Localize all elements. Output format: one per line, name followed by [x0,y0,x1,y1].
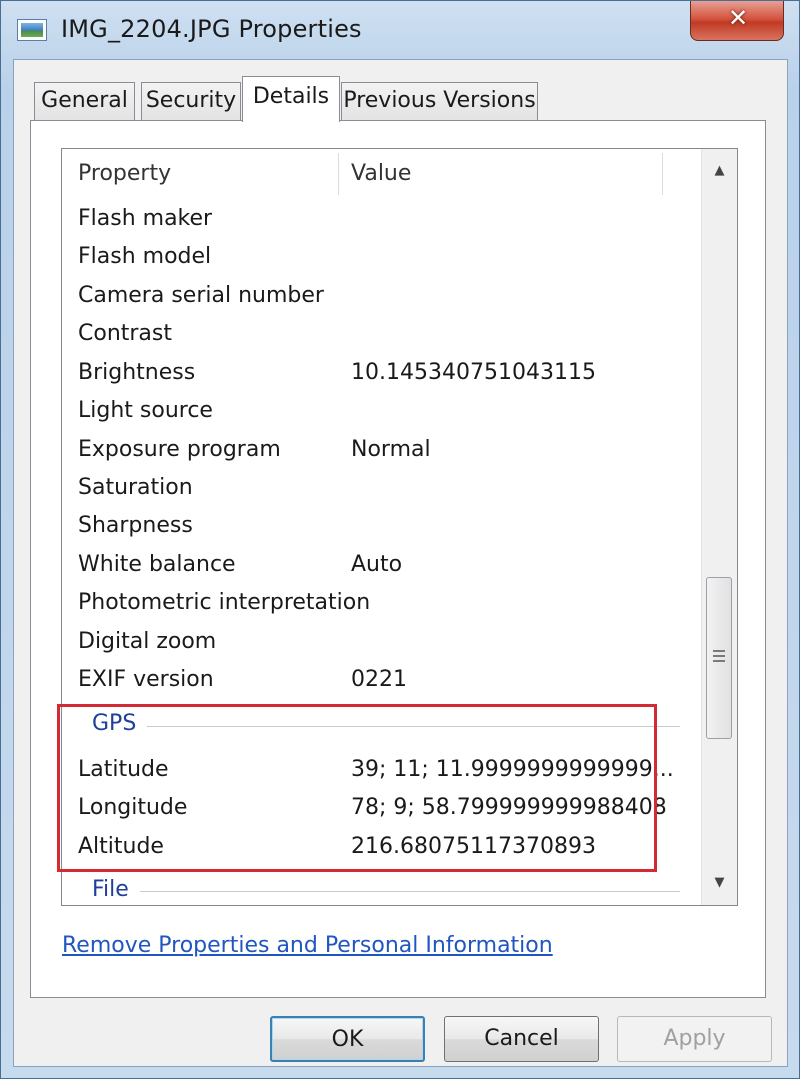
group-separator [140,891,680,892]
tab-general[interactable]: General [34,82,135,120]
cancel-button[interactable]: Cancel [444,1016,599,1062]
close-button[interactable]: ✕ [690,1,784,41]
property-name: Light source [78,398,213,423]
column-header-property[interactable]: Property [62,149,338,199]
image-file-icon [17,19,47,41]
tab-details[interactable]: Details [242,76,340,122]
ok-button[interactable]: OK [270,1016,425,1062]
property-name: White balance [78,552,236,577]
property-value: Auto [351,552,403,577]
list-item[interactable]: Exposure program Normal [62,431,702,469]
property-value: 10.145340751043115 [351,360,596,385]
list-item[interactable]: Sharpness [62,507,702,545]
tab-previous-versions[interactable]: Previous Versions [341,82,538,120]
scroll-up-arrow-icon[interactable]: ▲ [702,153,737,189]
list-item[interactable]: Flash model [62,238,702,276]
vertical-scrollbar[interactable]: ▲ ▼ [701,149,737,905]
list-item[interactable]: Contrast [62,315,702,353]
grip-icon [713,650,725,662]
property-name: Digital zoom [78,629,217,654]
property-name: Flash maker [78,206,213,231]
list-item[interactable]: Camera serial number [62,277,702,315]
property-name: Exposure program [78,437,281,462]
list-item[interactable]: Saturation [62,469,702,507]
remove-properties-link[interactable]: Remove Properties and Personal Informati… [62,933,553,958]
scroll-down-arrow-icon[interactable]: ▼ [702,865,737,901]
close-icon: ✕ [727,4,749,32]
list-item[interactable]: Flash maker [62,200,702,238]
scroll-thumb[interactable] [706,577,732,739]
property-name: Saturation [78,475,193,500]
property-value: Normal [351,437,431,462]
property-value: 0221 [351,667,407,692]
property-name: Camera serial number [78,283,324,308]
list-item[interactable]: Photometric interpretation [62,584,702,622]
window-title: IMG_2204.JPG Properties [61,15,362,43]
list-item[interactable]: Brightness 10.145340751043115 [62,354,702,392]
list-item[interactable]: White balance Auto [62,546,702,584]
property-name: Brightness [78,360,196,385]
property-name: Flash model [78,244,212,269]
group-header-file[interactable]: File [92,877,129,902]
list-item[interactable]: Digital zoom [62,623,702,661]
gps-highlight-annotation [57,704,657,872]
property-name: EXIF version [78,667,214,692]
title-bar[interactable]: IMG_2204.JPG Properties ✕ [1,1,799,57]
column-header-value[interactable]: Value [335,149,662,199]
property-name: Contrast [78,321,173,346]
apply-button[interactable]: Apply [617,1016,772,1062]
list-item[interactable]: Light source [62,392,702,430]
property-name: Photometric interpretation [78,590,371,615]
column-divider[interactable] [662,153,663,195]
list-item[interactable]: EXIF version 0221 [62,661,702,699]
tab-security[interactable]: Security [141,82,241,120]
property-name: Sharpness [78,513,193,538]
